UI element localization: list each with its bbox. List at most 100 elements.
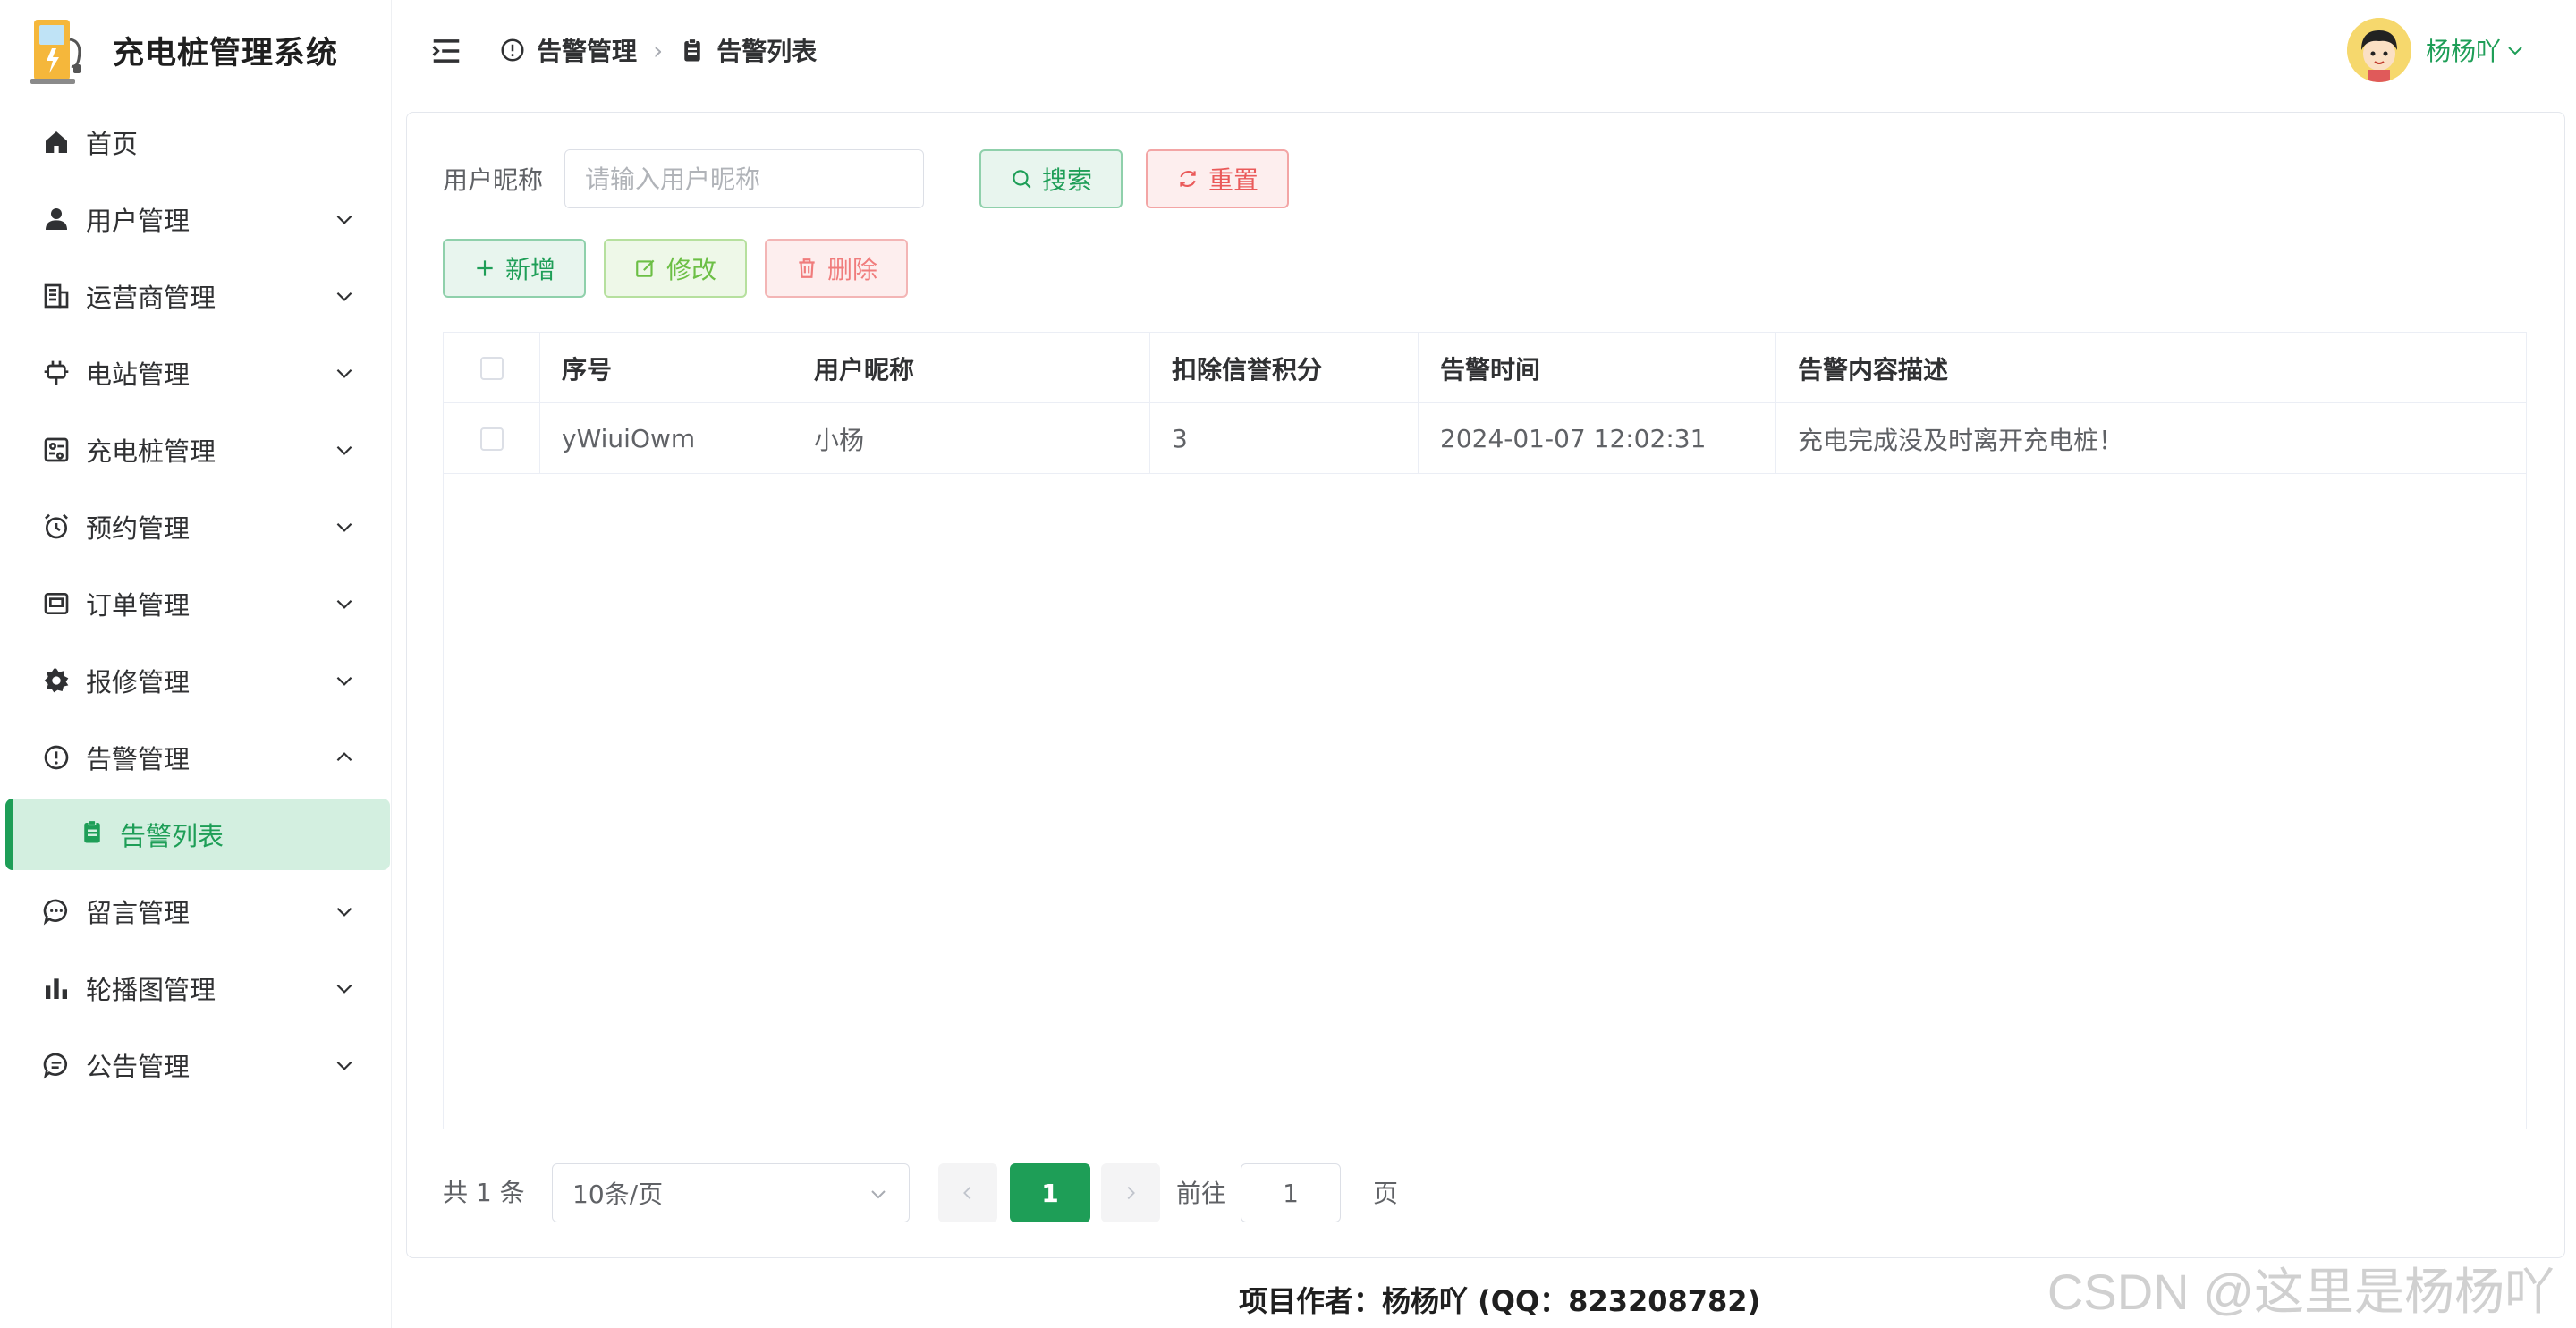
add-button-label: 新增 <box>504 255 555 284</box>
watermark: CSDN @这里是杨杨吖 <box>2046 1264 2555 1320</box>
search-button-label: 搜索 <box>1041 165 1092 195</box>
sidebar: 充电桩管理系统 首页 用户管理 运营商管理 电站管理 充电桩管理 预约管理 订单… <box>0 0 392 1328</box>
sidebar-item-messages[interactable]: 留言管理 <box>0 873 392 950</box>
sidebar-item-alarms[interactable]: 告警管理 <box>0 719 392 796</box>
reset-button-label: 重置 <box>1208 165 1258 195</box>
menu-collapse-icon[interactable] <box>429 34 463 68</box>
top-header: 告警管理 › 告警列表 杨杨吖 <box>394 0 2576 104</box>
sidebar-item-repairs[interactable]: 报修管理 <box>0 642 392 719</box>
sidebar-item-alarm-list[interactable]: 告警列表 <box>5 799 390 870</box>
add-button[interactable]: 新增 <box>443 239 586 298</box>
nickname-label: 用户昵称 <box>443 165 544 195</box>
avatar <box>2346 18 2411 82</box>
breadcrumb-item-alarms[interactable]: 告警管理 <box>499 32 637 68</box>
prev-page-button[interactable] <box>938 1163 997 1222</box>
chevron-down-icon <box>333 1053 356 1076</box>
sidebar-item-label: 告警列表 <box>120 821 225 851</box>
sidebar-item-notices[interactable]: 公告管理 <box>0 1027 392 1104</box>
breadcrumb-item-alarm-list: 告警列表 <box>679 32 817 68</box>
goto-unit: 页 <box>1373 1179 1399 1208</box>
sidebar-item-label: 电站管理 <box>86 359 191 390</box>
sidebar-item-chargers[interactable]: 充电桩管理 <box>0 411 392 488</box>
select-all-checkbox[interactable] <box>479 356 504 380</box>
app-title: 充电桩管理系统 <box>113 35 339 72</box>
column-header: 序号 <box>540 333 792 403</box>
breadcrumb-label: 告警管理 <box>537 37 638 66</box>
delete-button-label: 删除 <box>826 255 877 284</box>
table-cell: yWiuiOwm <box>540 403 792 474</box>
sidebar-item-label: 订单管理 <box>86 590 191 621</box>
row-select-cell <box>444 403 540 474</box>
sidebar-item-label: 用户管理 <box>86 206 191 236</box>
header-select-cell <box>444 333 540 403</box>
warning-circle-icon <box>41 742 72 773</box>
table-cell: 2024-01-07 12:02:31 <box>1419 403 1776 474</box>
nickname-search-input[interactable] <box>564 149 924 208</box>
table-cell: 充电完成没及时离开充电桩！ <box>1798 425 2124 455</box>
charger-panel-icon <box>41 435 72 465</box>
user-menu[interactable]: 杨杨吖 <box>2346 18 2526 82</box>
sidebar-item-orders[interactable]: 订单管理 <box>0 565 392 642</box>
column-header: 告警时间 <box>1419 333 1776 403</box>
chevron-down-icon <box>333 207 356 230</box>
charging-station-logo-icon <box>25 13 88 88</box>
chevron-down-icon <box>333 591 356 614</box>
app-logo-area: 充电桩管理系统 <box>25 13 338 88</box>
alarm-clock-icon <box>41 512 72 542</box>
chevron-down-icon <box>2508 47 2522 55</box>
sidebar-item-stations[interactable]: 电站管理 <box>0 334 392 411</box>
table-cell: 3 <box>1150 403 1419 474</box>
sidebar-item-carousel[interactable]: 轮播图管理 <box>0 950 392 1027</box>
sidebar-item-reservations[interactable]: 预约管理 <box>0 488 392 565</box>
edit-icon <box>636 259 655 277</box>
sidebar-item-label: 报修管理 <box>86 667 191 698</box>
sidebar-item-label: 预约管理 <box>86 513 191 544</box>
sidebar-item-home[interactable]: 首页 <box>0 104 392 181</box>
goto-page-input[interactable] <box>1241 1163 1341 1222</box>
user-name: 杨杨吖 <box>2425 37 2501 66</box>
house-icon <box>41 127 72 157</box>
page-number-current[interactable]: 1 <box>1010 1163 1090 1222</box>
delete-button[interactable]: 删除 <box>765 239 908 298</box>
chevron-down-icon <box>333 514 356 537</box>
table-cell: 小杨 <box>792 403 1150 474</box>
table-row[interactable]: yWiuiOwm 小杨 3 2024-01-07 12:02:31 充电完成没及… <box>444 403 2526 474</box>
sidebar-item-users[interactable]: 用户管理 <box>0 181 392 258</box>
app-root: 充电桩管理系统 首页 用户管理 运营商管理 电站管理 充电桩管理 预约管理 订单… <box>0 0 2576 1328</box>
chat-dots-icon <box>41 896 72 926</box>
chevron-up-icon <box>333 745 356 768</box>
refresh-icon <box>1180 171 1196 187</box>
alarm-table: 序号 用户昵称 扣除信誉积分 告警时间 告警内容描述 yWiuiOwm 小杨 3… <box>443 332 2527 1129</box>
page-size-select[interactable]: 10条/页 <box>552 1163 910 1222</box>
breadcrumb-label: 告警列表 <box>716 37 818 66</box>
bar-chart-icon <box>41 973 72 1003</box>
chevron-down-icon <box>871 1190 886 1199</box>
chevron-right-icon <box>1127 1186 1135 1200</box>
chevron-left-icon <box>963 1186 971 1200</box>
search-button[interactable]: 搜索 <box>979 149 1123 208</box>
search-icon <box>1013 170 1031 189</box>
user-icon <box>41 204 72 234</box>
column-header: 用户昵称 <box>792 333 1150 403</box>
reset-button[interactable]: 重置 <box>1146 149 1289 208</box>
warning-circle-icon <box>501 38 524 62</box>
sidebar-item-operators[interactable]: 运营商管理 <box>0 258 392 334</box>
edit-button[interactable]: 修改 <box>604 239 747 298</box>
clipboard-icon <box>684 38 700 62</box>
pagination: 共 1 条 10条/页 1 前往 页 <box>443 1163 1516 1222</box>
chevron-down-icon <box>333 668 356 691</box>
edit-button-label: 修改 <box>665 255 716 284</box>
sidebar-item-label: 公告管理 <box>86 1052 191 1082</box>
trash-icon <box>799 258 815 278</box>
row-checkbox[interactable] <box>479 427 504 451</box>
breadcrumb-separator-icon: › <box>653 35 664 65</box>
chevron-down-icon <box>333 283 356 307</box>
next-page-button[interactable] <box>1101 1163 1160 1222</box>
sidebar-item-label: 运营商管理 <box>86 283 216 313</box>
chevron-down-icon <box>333 976 356 999</box>
footer-author: 项目作者：杨杨吖 (QQ：823208782) <box>1239 1284 1761 1318</box>
sidebar-item-label: 告警管理 <box>86 744 191 774</box>
table-header-row: 序号 用户昵称 扣除信誉积分 告警时间 告警内容描述 <box>444 333 2526 403</box>
chevron-down-icon <box>333 360 356 384</box>
power-plug-icon <box>41 358 72 388</box>
